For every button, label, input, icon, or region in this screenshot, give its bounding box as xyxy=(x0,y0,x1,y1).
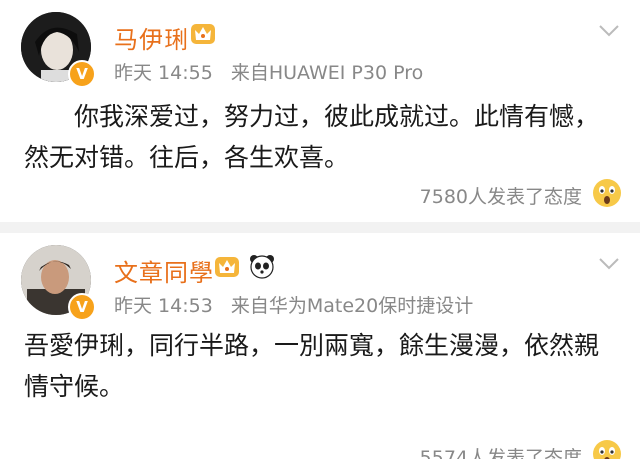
crown-badge-icon xyxy=(215,257,239,277)
reaction-count[interactable]: 5574人发表了态度 xyxy=(420,443,582,459)
chevron-down-icon[interactable] xyxy=(598,24,620,38)
name-badges xyxy=(214,253,279,279)
post-time: 昨天 14:53 xyxy=(114,295,213,317)
author-name[interactable]: 马伊琍 xyxy=(114,20,189,55)
post-meta: 昨天 14:55 来自HUAWEI P30 Pro xyxy=(114,58,423,85)
panda-icon xyxy=(250,255,275,279)
verified-badge-icon: V xyxy=(68,293,96,321)
surprised-face-icon[interactable] xyxy=(592,439,622,459)
weibo-feed: V 马伊琍 昨天 14:55 来自HUAWEI P30 Pro 你我深爱过，努力… xyxy=(0,0,640,459)
surprised-face-icon[interactable] xyxy=(592,178,622,208)
post-source: 来自华为Mate20保时捷设计 xyxy=(230,295,474,317)
reaction-count[interactable]: 7580人发表了态度 xyxy=(420,182,582,209)
crown-badge-icon xyxy=(191,24,215,44)
post-content: 你我深爱过，努力过，彼此成就过。此情有憾，然无对错。往后，各生欢喜。 xyxy=(24,102,600,172)
post-separator xyxy=(0,222,640,233)
chevron-down-icon[interactable] xyxy=(598,257,620,271)
verified-badge-icon: V xyxy=(68,60,96,88)
post-content: 吾愛伊琍，同行半路，一別兩寬，餘生漫漫，依然親情守候。 xyxy=(24,331,600,401)
post-time: 昨天 14:55 xyxy=(114,62,213,84)
post-ma-yili: V 马伊琍 昨天 14:55 来自HUAWEI P30 Pro 你我深爱过，努力… xyxy=(0,0,640,222)
post-source: 来自HUAWEI P30 Pro xyxy=(230,62,424,84)
post-meta: 昨天 14:53 来自华为Mate20保时捷设计 xyxy=(114,291,473,318)
name-badges xyxy=(190,20,220,46)
post-wen-zhang: V 文章同學 昨天 14:53 来自华为Mate20保时捷设计 吾愛伊琍，同行半… xyxy=(0,233,640,459)
author-name[interactable]: 文章同學 xyxy=(114,253,214,288)
